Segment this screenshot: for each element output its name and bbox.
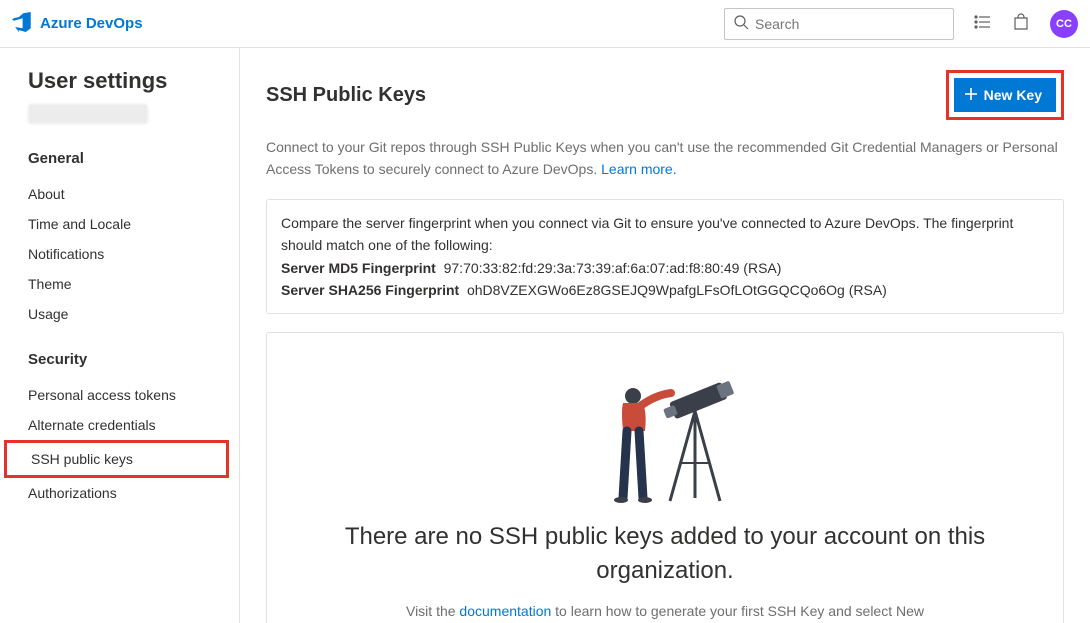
sidebar-item-pat[interactable]: Personal access tokens	[28, 380, 239, 410]
brand[interactable]: Azure DevOps	[12, 12, 143, 35]
sidebar-section-general: General	[28, 150, 239, 167]
page-description: Connect to your Git repos through SSH Pu…	[266, 136, 1064, 181]
sidebar-section-security: Security	[28, 351, 239, 368]
empty-illustration	[297, 353, 1033, 506]
new-key-highlight: New Key	[946, 70, 1064, 120]
empty-desc-suffix: to learn how to generate your first SSH …	[551, 603, 924, 623]
search-input[interactable]	[755, 16, 945, 32]
empty-desc: Visit the documentation to learn how to …	[405, 600, 925, 623]
main-content: SSH Public Keys New Key Connect to your …	[240, 48, 1090, 623]
documentation-link[interactable]: documentation	[459, 603, 551, 619]
fp-sha-value: ohD8VZEXGWo6Ez8GSEJQ9WpafgLFsOfLOtGGQCQo…	[467, 282, 887, 298]
azure-devops-icon	[12, 12, 32, 35]
sidebar-item-usage[interactable]: Usage	[28, 299, 239, 329]
plus-icon	[964, 87, 978, 104]
search-box[interactable]	[724, 8, 954, 40]
fp-md5-label: Server MD5 Fingerprint	[281, 257, 436, 279]
sidebar-item-theme[interactable]: Theme	[28, 269, 239, 299]
topbar: Azure DevOps CC	[0, 0, 1090, 48]
new-key-label: New Key	[984, 87, 1042, 103]
fingerprint-intro: Compare the server fingerprint when you …	[281, 212, 1049, 257]
page-title: SSH Public Keys	[266, 84, 426, 107]
sidebar-item-alt-creds[interactable]: Alternate credentials	[28, 410, 239, 440]
sidebar-item-ssh-keys[interactable]: SSH public keys	[4, 440, 229, 478]
new-key-button[interactable]: New Key	[954, 78, 1056, 112]
learn-more-link[interactable]: Learn more.	[601, 161, 676, 177]
sidebar-item-about[interactable]: About	[28, 179, 239, 209]
avatar[interactable]: CC	[1050, 10, 1078, 38]
fp-sha-label: Server SHA256 Fingerprint	[281, 279, 459, 301]
empty-desc-prefix: Visit the	[406, 603, 459, 619]
fp-md5-value: 97:70:33:82:fd:29:3a:73:39:af:6a:07:ad:f…	[444, 260, 782, 276]
brand-label: Azure DevOps	[40, 15, 143, 32]
empty-title: There are no SSH public keys added to yo…	[297, 520, 1033, 587]
search-icon	[733, 14, 749, 33]
sidebar-item-authorizations[interactable]: Authorizations	[28, 478, 239, 508]
empty-state: There are no SSH public keys added to yo…	[266, 332, 1064, 623]
shopping-bag-icon[interactable]	[1012, 13, 1030, 34]
avatar-initials: CC	[1056, 18, 1072, 30]
user-name-placeholder	[28, 104, 148, 124]
fingerprint-box: Compare the server fingerprint when you …	[266, 199, 1064, 315]
sidebar-item-time-locale[interactable]: Time and Locale	[28, 209, 239, 239]
sidebar: User settings General About Time and Loc…	[0, 48, 240, 623]
sidebar-item-notifications[interactable]: Notifications	[28, 239, 239, 269]
list-icon[interactable]	[974, 13, 992, 34]
sidebar-title: User settings	[28, 68, 239, 94]
